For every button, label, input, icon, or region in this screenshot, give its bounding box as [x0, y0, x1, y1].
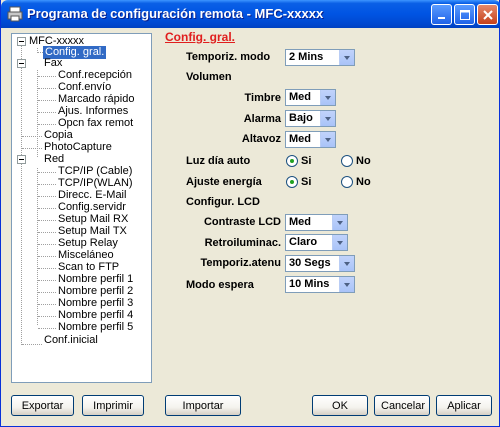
minimize-icon: [438, 17, 445, 19]
retroiluminac-value: Claro: [289, 236, 318, 248]
settings-tree[interactable]: MFC-xxxxx Config. gral. Fax Conf.recepci…: [11, 33, 152, 383]
luz-dia-si-label: Si: [301, 155, 312, 167]
dropdown-arrow-icon: [332, 235, 347, 250]
maximize-button[interactable]: [454, 4, 475, 25]
dropdown-arrow-icon: [320, 132, 335, 147]
close-button[interactable]: [477, 4, 498, 25]
dropdown-arrow-icon: [339, 256, 354, 271]
dropdown-arrow-icon: [332, 215, 347, 230]
altavoz-value: Med: [289, 133, 311, 145]
minimize-button[interactable]: [431, 4, 452, 25]
aplicar-button[interactable]: Aplicar: [436, 395, 492, 416]
volumen-heading: Volumen: [186, 71, 232, 83]
panel-title: Config. gral.: [165, 30, 235, 44]
temporiz-atenu-value: 30 Segs: [289, 257, 331, 269]
title-bar: Programa de configuración remota - MFC-x…: [1, 0, 500, 28]
altavoz-label: Altavoz: [241, 133, 281, 145]
contraste-lcd-select[interactable]: Med: [285, 214, 348, 231]
luz-dia-label: Luz día auto: [186, 155, 251, 167]
timbre-label: Timbre: [244, 92, 281, 104]
luz-dia-no-radio[interactable]: [341, 155, 353, 167]
luz-dia-si-radio[interactable]: [286, 155, 298, 167]
ok-button[interactable]: OK: [312, 395, 368, 416]
alarma-label: Alarma: [243, 113, 281, 125]
window-title: Programa de configuración remota - MFC-x…: [27, 6, 324, 21]
tree-item-conf-inicial[interactable]: Conf.inicial: [44, 334, 98, 347]
modo-espera-value: 10 Mins: [289, 278, 330, 290]
temporiz-atenu-label: Temporiz.atenu: [200, 257, 281, 269]
luz-dia-no-label: No: [356, 155, 371, 167]
maximize-icon: [460, 10, 470, 20]
close-icon: [483, 10, 493, 20]
ajuste-energia-si-radio[interactable]: [286, 176, 298, 188]
contraste-lcd-value: Med: [289, 216, 311, 228]
dropdown-arrow-icon: [320, 111, 335, 126]
dropdown-arrow-icon: [339, 277, 354, 292]
config-window: Programa de configuración remota - MFC-x…: [0, 0, 500, 427]
retroiluminac-label: Retroiluminac.: [204, 237, 281, 249]
contraste-lcd-label: Contraste LCD: [203, 216, 281, 228]
altavoz-select[interactable]: Med: [285, 131, 336, 148]
tree-item-nombre-perfil-5[interactable]: Nombre perfil 5: [58, 321, 133, 334]
temporiz-atenu-select[interactable]: 30 Segs: [285, 255, 355, 272]
cancelar-button[interactable]: Cancelar: [374, 395, 430, 416]
collapse-root-icon[interactable]: [17, 37, 26, 46]
alarma-select[interactable]: Bajo: [285, 110, 336, 127]
importar-button[interactable]: Importar: [165, 395, 241, 416]
retroiluminac-select[interactable]: Claro: [285, 234, 348, 251]
temporiz-modo-value: 2 Mins: [289, 51, 324, 63]
temporiz-modo-label: Temporiz. modo: [186, 51, 271, 63]
ajuste-energia-label: Ajuste energía: [186, 176, 262, 188]
ajuste-energia-si-label: Si: [301, 176, 312, 188]
imprimir-button[interactable]: Imprimir: [82, 395, 144, 416]
temporiz-modo-select[interactable]: 2 Mins: [285, 49, 355, 66]
modo-espera-select[interactable]: 10 Mins: [285, 276, 355, 293]
ajuste-energia-no-radio[interactable]: [341, 176, 353, 188]
timbre-value: Med: [289, 91, 311, 103]
dropdown-arrow-icon: [339, 50, 354, 65]
alarma-value: Bajo: [289, 112, 313, 124]
dropdown-arrow-icon: [320, 90, 335, 105]
modo-espera-label: Modo espera: [186, 279, 254, 291]
timbre-select[interactable]: Med: [285, 89, 336, 106]
ajuste-energia-no-label: No: [356, 176, 371, 188]
collapse-red-icon[interactable]: [17, 155, 26, 164]
printer-app-icon: [7, 6, 23, 22]
exportar-button[interactable]: Exportar: [11, 395, 74, 416]
lcd-heading: Configur. LCD: [186, 196, 260, 208]
collapse-fax-icon[interactable]: [17, 59, 26, 68]
